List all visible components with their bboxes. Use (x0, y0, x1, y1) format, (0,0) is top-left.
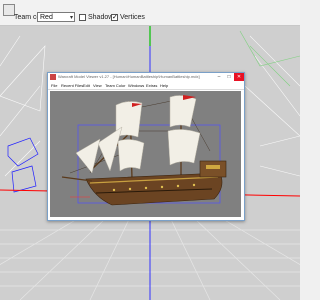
chevron-down-icon: ▾ (69, 15, 73, 21)
menu-windows[interactable]: Windows (128, 83, 144, 88)
close-icon[interactable]: ✕ (234, 73, 244, 81)
hull (85, 160, 227, 206)
sails (75, 95, 201, 174)
maximize-icon[interactable]: □ (224, 73, 234, 81)
wireframe-green (239, 30, 300, 87)
menu-bar: File Recent Files Edit View Team Color W… (48, 81, 244, 90)
wireframe-left (0, 35, 46, 177)
wireframe-right (244, 35, 300, 177)
menu-help[interactable]: Help (160, 83, 168, 88)
window-title: Warcraft Model Viewer v1.27 - [Human\Hum… (58, 74, 200, 79)
app-icon (50, 74, 56, 80)
vertices-left (7, 137, 39, 193)
minimize-icon[interactable]: – (214, 73, 224, 81)
menu-team-color[interactable]: Team Color (105, 83, 125, 88)
vertices-label: Vertices (120, 14, 145, 21)
shadows-checkbox[interactable] (79, 14, 86, 21)
menu-file[interactable]: File (51, 83, 57, 88)
team-color-value: Red (40, 14, 53, 21)
vertices-checkbox[interactable]: ✓ (111, 14, 118, 21)
menu-edit[interactable]: Edit (83, 83, 90, 88)
menu-view[interactable]: View (93, 83, 102, 88)
model-viewer-window[interactable]: Warcraft Model Viewer v1.27 - [Human\Hum… (47, 72, 245, 221)
battleship-model (61, 95, 227, 206)
team-color-select[interactable]: Red ▾ (37, 12, 75, 22)
model-render-area[interactable] (50, 91, 241, 217)
menu-recent-files[interactable]: Recent Files (61, 83, 83, 88)
toolbar: Team color Red ▾ Shadows ✓ Vertices (0, 0, 300, 26)
window-title-bar[interactable]: Warcraft Model Viewer v1.27 - [Human\Hum… (48, 73, 244, 81)
menu-extras[interactable]: Extras (146, 83, 157, 88)
3d-viewport[interactable]: Warcraft Model Viewer v1.27 - [Human\Hum… (0, 26, 300, 300)
